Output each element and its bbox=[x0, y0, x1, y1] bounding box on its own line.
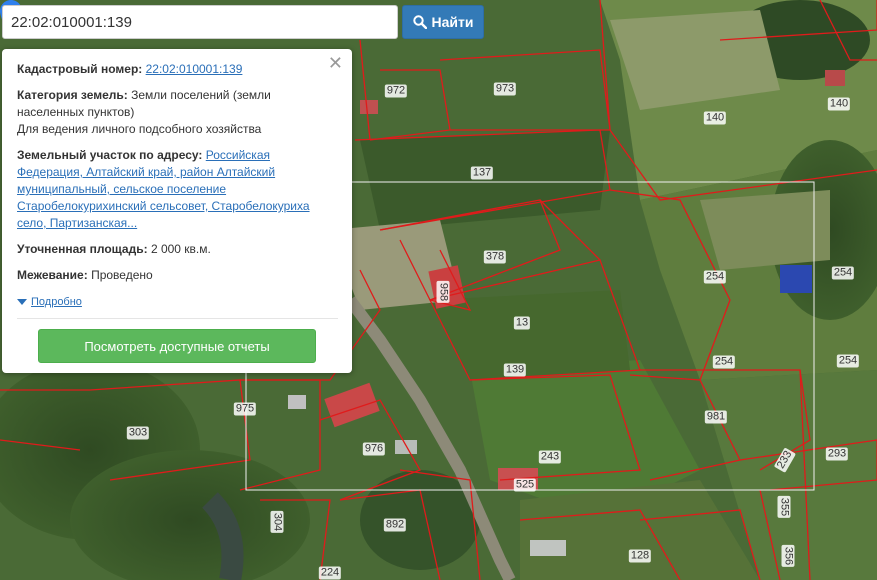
search-icon bbox=[412, 15, 427, 29]
parcel-label[interactable]: 355 bbox=[777, 495, 791, 519]
parcel-label[interactable]: 304 bbox=[270, 510, 284, 534]
area-row: Уточненная площадь: 2 000 кв.м. bbox=[17, 241, 338, 258]
parcel-label[interactable]: 972 bbox=[384, 84, 408, 98]
survey-value: Проведено bbox=[91, 268, 153, 282]
parcel-label[interactable]: 892 bbox=[383, 518, 407, 532]
parcel-label[interactable]: 139 bbox=[503, 363, 527, 377]
parcel-label[interactable]: 254 bbox=[836, 354, 860, 368]
search-button-label: Найти bbox=[431, 14, 474, 30]
parcel-label[interactable]: 13 bbox=[513, 316, 531, 330]
category-row: Категория земель: Земли поселений (земли… bbox=[17, 87, 338, 138]
parcel-label[interactable]: 378 bbox=[483, 250, 507, 264]
parcel-label[interactable]: 128 bbox=[628, 549, 652, 563]
parcel-label[interactable]: 254 bbox=[712, 355, 736, 369]
search-button[interactable]: Найти bbox=[402, 5, 484, 39]
parcel-label[interactable]: 254 bbox=[703, 270, 727, 284]
survey-label: Межевание: bbox=[17, 268, 88, 282]
cadastral-row: Кадастровый номер: 22:02:010001:139 bbox=[17, 61, 338, 78]
view-reports-button[interactable]: Посмотреть доступные отчеты bbox=[38, 329, 316, 363]
details-label: Подробно bbox=[31, 295, 82, 308]
category-note: Для ведения личного подсобного хозяйства bbox=[17, 122, 262, 136]
cadastral-label: Кадастровый номер: bbox=[17, 62, 143, 76]
parcel-label[interactable]: 981 bbox=[704, 410, 728, 424]
parcel-label[interactable]: 356 bbox=[781, 544, 795, 568]
parcel-label[interactable]: 525 bbox=[513, 478, 537, 492]
category-label: Категория земель: bbox=[17, 88, 128, 102]
cadastral-link[interactable]: 22:02:010001:139 bbox=[146, 62, 243, 76]
parcel-label[interactable]: 224 bbox=[318, 566, 342, 580]
parcel-label[interactable]: 958 bbox=[436, 280, 450, 304]
parcel-label[interactable]: 293 bbox=[825, 447, 849, 461]
parcel-label[interactable]: 303 bbox=[126, 426, 150, 440]
area-label: Уточненная площадь: bbox=[17, 242, 148, 256]
triangle-down-icon bbox=[17, 299, 27, 305]
details-link[interactable]: Подробно bbox=[17, 294, 82, 311]
area-value: 2 000 кв.м. bbox=[150, 242, 211, 256]
parcel-label[interactable]: 975 bbox=[233, 402, 257, 416]
divider bbox=[17, 318, 338, 319]
close-icon[interactable]: ✕ bbox=[328, 54, 343, 72]
details-row: Подробно bbox=[17, 293, 338, 311]
parcel-label[interactable]: 243 bbox=[538, 450, 562, 464]
survey-row: Межевание: Проведено bbox=[17, 267, 338, 284]
parcel-info-popup: ✕ Кадастровый номер: 22:02:010001:139 Ка… bbox=[2, 49, 352, 373]
address-label: Земельный участок по адресу: bbox=[17, 148, 203, 162]
parcel-label[interactable]: 140 bbox=[827, 97, 851, 111]
parcel-label[interactable]: 973 bbox=[493, 82, 517, 96]
parcel-label[interactable]: 137 bbox=[470, 166, 494, 180]
search-input[interactable] bbox=[2, 5, 398, 39]
address-row: Земельный участок по адресу: Российская … bbox=[17, 147, 338, 232]
parcel-label[interactable]: 254 bbox=[831, 266, 855, 280]
parcel-label[interactable]: 976 bbox=[362, 442, 386, 456]
parcel-label[interactable]: 140 bbox=[703, 111, 727, 125]
